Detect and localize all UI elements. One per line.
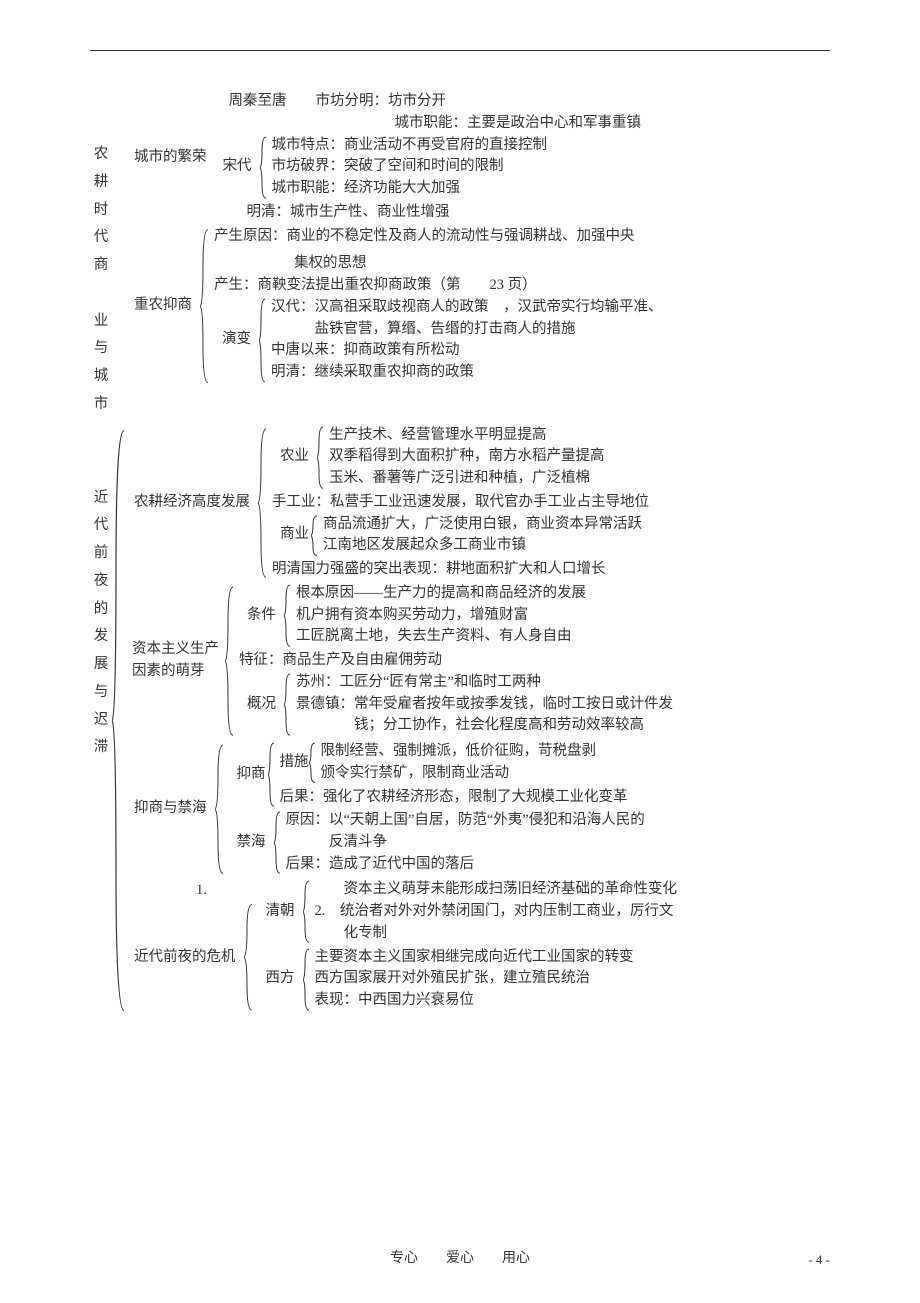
label-nongye: 农业 (272, 446, 317, 468)
text-xifang-3: 表现：中西国力兴衰易位 (315, 990, 634, 1012)
brace-icon (303, 947, 311, 1012)
brace-icon (259, 297, 267, 384)
text-shangye-2: 江南地区发展起众多工商业市镇 (323, 535, 642, 557)
page-number: - 4 - (808, 1250, 830, 1270)
text-nongye-3: 玉米、番薯等广泛引进和种植，广泛植棉 (329, 468, 605, 490)
brace-icon (244, 901, 254, 1014)
brace-icon (309, 741, 317, 785)
label-yishang: 抑商 (229, 764, 268, 786)
label-songdai: 宋代 (215, 156, 260, 178)
brace-icon (284, 583, 292, 648)
brace-icon (311, 514, 319, 558)
brace-icon (284, 672, 292, 737)
text-tiaojian-1: 根本原因——生产力的提高和商品经济的发展 (296, 583, 586, 605)
footer-motto: 专心 爱心 用心 (0, 1248, 920, 1269)
text-xifang-1: 主要资本主义国家相继完成向近代工业国家的转变 (315, 947, 634, 969)
diagram: 农 耕 时 代 商 业 与 城 市 城市的繁荣 周秦至唐 市坊分明：坊市分开 城… (90, 91, 830, 1016)
label-tiaojian: 条件 (239, 605, 284, 627)
brace-icon (112, 425, 126, 1016)
text-zhou-tang-2: 城市职能：主要是政治中心和军事重镇 (215, 113, 642, 135)
label-ziben-l2: 因素的萌芽 (132, 661, 219, 683)
text-song-2: 市坊破界：突破了空间和时间的限制 (272, 156, 548, 178)
label-city-prosperity: 城市的繁荣 (126, 91, 215, 169)
text-chansheng: 产生：商鞅变法提出重农抑商政策（第 23 页） (214, 275, 663, 297)
label-jinhai: 禁海 (229, 832, 274, 854)
text-nongye-2: 双季稻得到大面积扩种，南方水稻产量提高 (329, 446, 605, 468)
text-origin-1: 产生原因：商业的不稳定性及商人的流动性与强调耕战、加强中央 (214, 226, 663, 248)
text-qingchao-2: 2. 统治者对外对外禁闭国门，对内压制工商业，厉行文 (315, 901, 678, 923)
text-gaikuang-1: 苏州：工匠分“匠有常主”和临时工两种 (296, 672, 673, 694)
text-xifang-2: 西方国家展开对外殖民扩张，建立殖民统治 (315, 968, 634, 990)
label-zhongnong-yishang: 重农抑商 (126, 295, 200, 317)
label-ziben-l1: 资本主义生产 (132, 639, 219, 661)
text-mingqing-power: 明清国力强盛的突出表现：耕地面积扩大和人口增长 (272, 559, 649, 581)
text-song-1: 城市特点：商业活动不再受官府的直接控制 (272, 135, 548, 157)
label-xifang: 西方 (258, 968, 303, 990)
top-rule (90, 50, 830, 51)
text-tiaojian-2: 机户拥有资本购买劳动力，增殖财富 (296, 605, 586, 627)
brace-icon (200, 226, 210, 386)
brace-icon (303, 879, 311, 944)
row-weiji: 近代前夜的危机 清朝 资本主义萌芽未能形成扫荡旧经济基础的革命性变化 2. 统治… (126, 901, 830, 1014)
brace-icon (260, 135, 268, 200)
vlabel-nonggeng-shangye: 农 耕 时 代 商 业 与 城 市 (90, 141, 112, 419)
text-tezheng: 特征：商品生产及自由雇佣劳动 (239, 650, 673, 672)
text-yanbian-2: 盐铁官营，算缗、告缗的打击商人的措施 (271, 319, 663, 341)
row-city-prosperity: 城市的繁荣 周秦至唐 市坊分明：坊市分开 城市职能：主要是政治中心和军事重镇 宋… (112, 91, 830, 224)
text-tiaojian-3: 工匠脱离土地，失去生产资料、有人身自由 (296, 626, 586, 648)
row-yishang-jinhai: 抑商与禁海 抑商 措施 (126, 741, 830, 878)
label-nonggjingji: 农耕经济高度发展 (126, 492, 258, 514)
text-shougongye: 手工业：私营手工业迅速发展，取代官办手工业占主导地位 (272, 492, 649, 514)
text-jinhai-3: 后果：造成了近代中国的落后 (286, 854, 645, 876)
label-gaikuang: 概况 (239, 694, 284, 716)
text-shangye-1: 商品流通扩大，广泛使用白银，商业资本异常活跃 (323, 514, 642, 536)
label-yanbian: 演变 (214, 329, 259, 351)
brace-icon (258, 425, 268, 581)
text-origin-2: 集权的思想 (214, 253, 663, 275)
section-modern-eve: 近 代 前 夜 的 发 展 与 迟 滞 农耕经济高度发展 农业 (90, 425, 830, 1016)
text-yanbian-1: 汉代：汉高祖采取歧视商人的政策 ，汉武帝实行均输平准、 (271, 297, 663, 319)
text-song-3: 城市职能：经济功能大大加强 (272, 178, 548, 200)
text-cuoshi-2: 颁令实行禁矿，限制商业活动 (321, 763, 597, 785)
text-cuoshi-1: 限制经营、强制摊派，低价征购，苛税盘剥 (321, 741, 597, 763)
label-shangye: 商业 (272, 524, 311, 546)
text-gaikuang-3: 钱；分工协作，社会化程度高和劳动效率较高 (296, 715, 673, 737)
brace-icon (225, 583, 235, 739)
row-nonggjingji: 农耕经济高度发展 农业 生产技术、经营管理水平明显提高 双季稻得到大面积扩种，南… (126, 425, 830, 581)
text-mingqing-city: 明清：城市生产性、商业性增强 (215, 202, 642, 224)
text-nongye-1: 生产技术、经营管理水平明显提高 (329, 425, 605, 447)
brace-icon (268, 741, 276, 808)
text-yanbian-3: 中唐以来：抑商政策有所松动 (271, 340, 663, 362)
label-cuoshi: 措施 (280, 752, 309, 774)
label-weiji: 近代前夜的危机 (126, 947, 244, 969)
text-yishang-houguo: 后果：强化了农耕经济形态，限制了大规模工业化变革 (280, 787, 628, 809)
text-zhou-tang-1: 周秦至唐 市坊分明：坊市分开 (215, 91, 642, 113)
brace-icon (274, 810, 282, 875)
text-jinhai-2: 反清斗争 (286, 832, 645, 854)
text-yanbian-4: 明清：继续采取重农抑商的政策 (271, 362, 663, 384)
row-ziben-mengya: 资本主义生产 因素的萌芽 条件 根本原因——生产力的提高和商品经济的发展 机户拥… (126, 583, 830, 739)
text-qingchao-3: 化专制 (315, 923, 678, 945)
text-jinhai-1: 原因：以“天朝上国”自居，防范“外夷”侵犯和沿海人民的 (286, 810, 645, 832)
brace-icon (317, 425, 325, 490)
section-commerce-and-city: 农 耕 时 代 商 业 与 城 市 城市的繁荣 周秦至唐 市坊分明：坊市分开 城… (90, 91, 830, 419)
label-yishang-jinhai: 抑商与禁海 (126, 798, 215, 820)
row-zhongnong-yishang: 重农抑商 产生原因：商业的不稳定性及商人的流动性与强调耕战、加强中央 集权的思想… (112, 226, 830, 386)
vlabel-jindai-qianye: 近 代 前 夜 的 发 展 与 迟 滞 (90, 485, 112, 763)
label-qingchao: 清朝 (258, 901, 303, 923)
text-gaikuang-2: 景德镇：常年受雇者按年或按季发钱，临时工按日或计件发 (296, 694, 673, 716)
text-qingchao-1: 资本主义萌芽未能形成扫荡旧经济基础的革命性变化 (315, 879, 678, 901)
brace-icon (215, 741, 225, 878)
